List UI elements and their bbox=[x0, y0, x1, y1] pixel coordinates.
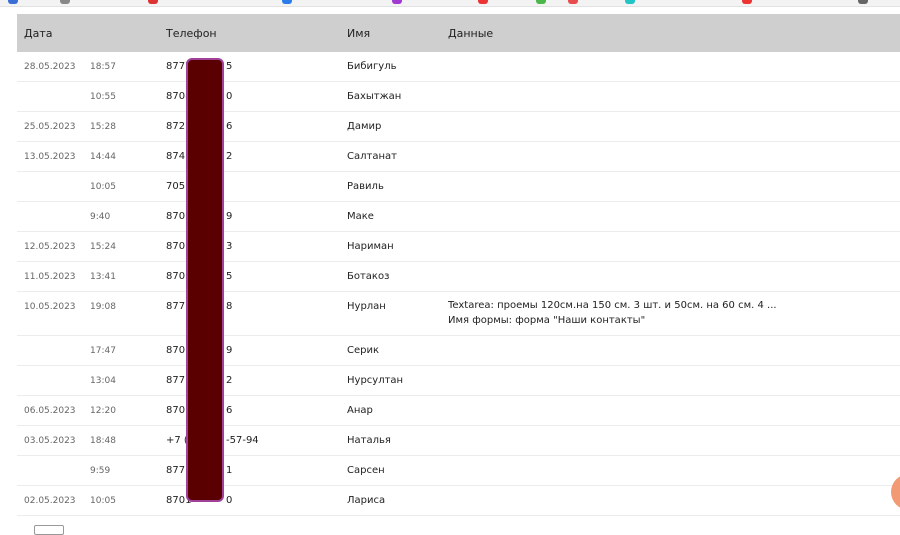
row-time: 17:47 bbox=[90, 346, 116, 356]
row-time: 10:05 bbox=[90, 496, 116, 506]
row-date: 06.05.2023 bbox=[24, 406, 76, 416]
table-row[interactable]: 10:55 8708 0 Бахытжан bbox=[17, 82, 900, 112]
row-phone-end: 2 bbox=[226, 375, 233, 386]
header-date: Дата bbox=[24, 27, 53, 40]
table-row[interactable]: 25.05.2023 15:28 8727 6 Дамир bbox=[17, 112, 900, 142]
row-time: 10:55 bbox=[90, 92, 116, 102]
row-date: 28.05.2023 bbox=[24, 62, 76, 72]
table-row[interactable]: 02.05.2023 10:05 8701 0 Лариса bbox=[17, 486, 900, 516]
table-row[interactable]: 28.05.2023 18:57 8775 5 Бибигуль bbox=[17, 52, 900, 82]
row-data: Textarea: проемы 120см.на 150 см. 3 шт. … bbox=[448, 298, 777, 328]
row-data-line: Textarea: проемы 120см.на 150 см. 3 шт. … bbox=[448, 300, 777, 311]
row-time: 19:08 bbox=[90, 302, 116, 312]
row-date: 12.05.2023 bbox=[24, 242, 76, 252]
header-name: Имя bbox=[347, 27, 371, 40]
row-name: Ботакоз bbox=[347, 271, 390, 282]
row-time: 18:57 bbox=[90, 62, 116, 72]
table-row[interactable]: 06.05.2023 12:20 8707 6 Анар bbox=[17, 396, 900, 426]
header-data: Данные bbox=[448, 27, 494, 40]
row-phone-end: 5 bbox=[226, 271, 233, 282]
row-date: 11.05.2023 bbox=[24, 272, 76, 282]
row-name: Наталья bbox=[347, 435, 391, 446]
row-name: Лариса bbox=[347, 495, 386, 506]
bookmark-favicon-icon[interactable] bbox=[568, 0, 578, 4]
table-row[interactable]: 9:59 8771 1 Сарсен bbox=[17, 456, 900, 486]
bookmarks-bar bbox=[0, 0, 900, 7]
bookmark-favicon-icon[interactable] bbox=[742, 0, 752, 4]
row-name: Салтанат bbox=[347, 151, 397, 162]
row-phone-end: 3 bbox=[226, 241, 233, 252]
row-name: Бахытжан bbox=[347, 91, 402, 102]
table-row[interactable]: 12.05.2023 15:24 8707 3 Нариман bbox=[17, 232, 900, 262]
row-date: 03.05.2023 bbox=[24, 436, 76, 446]
table-row[interactable]: 10:05 7051 Равиль bbox=[17, 172, 900, 202]
leads-table: Дата Телефон Имя Данные 28.05.2023 18:57 8… bbox=[17, 14, 900, 516]
row-name: Нурсултан bbox=[347, 375, 404, 386]
row-time: 14:44 bbox=[90, 152, 116, 162]
table-header: Дата Телефон Имя Данные bbox=[17, 14, 900, 52]
row-phone-end: 6 bbox=[226, 121, 233, 132]
table-row[interactable]: 03.05.2023 18:48 +7 (7 -57-94 Наталья bbox=[17, 426, 900, 456]
row-date: 13.05.2023 bbox=[24, 152, 76, 162]
row-data-line: Имя формы: форма "Наши контакты" bbox=[448, 315, 646, 326]
row-time: 9:59 bbox=[90, 466, 111, 476]
table-row[interactable]: 13.05.2023 14:44 8747 2 Салтанат bbox=[17, 142, 900, 172]
table-row[interactable]: 9:40 8707 9 Маке bbox=[17, 202, 900, 232]
row-time: 18:48 bbox=[90, 436, 116, 446]
table-row[interactable]: 13:04 8771 2 Нурсултан bbox=[17, 366, 900, 396]
row-phone-end: 1 bbox=[226, 465, 233, 476]
row-name: Маке bbox=[347, 211, 374, 222]
table-row[interactable]: 17:47 8701 9 Серик bbox=[17, 336, 900, 366]
row-name: Нариман bbox=[347, 241, 394, 252]
row-time: 15:28 bbox=[90, 122, 116, 132]
row-date: 10.05.2023 bbox=[24, 302, 76, 312]
bookmark-favicon-icon[interactable] bbox=[478, 0, 488, 4]
row-name: Дамир bbox=[347, 121, 382, 132]
bookmark-favicon-icon[interactable] bbox=[536, 0, 546, 4]
row-date: 02.05.2023 bbox=[24, 496, 76, 506]
row-phone-end: 5 bbox=[226, 61, 233, 72]
row-name: Равиль bbox=[347, 181, 384, 192]
row-name: Нурлан bbox=[347, 301, 386, 312]
bookmark-favicon-icon[interactable] bbox=[625, 0, 635, 4]
table-row[interactable]: 10.05.2023 19:08 8777 8 Нурлан Textarea: прое… bbox=[17, 292, 900, 336]
bookmark-favicon-icon[interactable] bbox=[60, 0, 70, 4]
bookmark-favicon-icon[interactable] bbox=[858, 0, 868, 4]
row-date: 25.05.2023 bbox=[24, 122, 76, 132]
bookmark-favicon-icon[interactable] bbox=[8, 0, 18, 4]
row-phone-end: 6 bbox=[226, 405, 233, 416]
row-phone-end: 2 bbox=[226, 151, 233, 162]
row-time: 10:05 bbox=[90, 182, 116, 192]
row-name: Бибигуль bbox=[347, 61, 397, 72]
row-time: 12:20 bbox=[90, 406, 116, 416]
row-name: Сарсен bbox=[347, 465, 385, 476]
row-phone-end: 0 bbox=[226, 91, 233, 102]
row-phone-end: 0 bbox=[226, 495, 233, 506]
row-phone-end: 9 bbox=[226, 211, 233, 222]
row-time: 9:40 bbox=[90, 212, 111, 222]
row-phone-end: -57-94 bbox=[226, 435, 259, 446]
pagination-control[interactable] bbox=[34, 525, 64, 535]
row-phone-end: 8 bbox=[226, 301, 233, 312]
header-phone: Телефон bbox=[166, 27, 217, 40]
table-row[interactable]: 11.05.2023 13:41 8705 5 Ботакоз bbox=[17, 262, 900, 292]
table-body: 28.05.2023 18:57 8775 5 Бибигуль 10:55 8708 0 Ба… bbox=[17, 52, 900, 516]
bookmark-favicon-icon[interactable] bbox=[392, 0, 402, 4]
row-name: Серик bbox=[347, 345, 380, 356]
row-phone-end: 9 bbox=[226, 345, 233, 356]
row-time: 13:04 bbox=[90, 376, 116, 386]
bookmark-favicon-icon[interactable] bbox=[148, 0, 158, 4]
row-time: 15:24 bbox=[90, 242, 116, 252]
phone-redaction-overlay bbox=[186, 58, 224, 502]
row-time: 13:41 bbox=[90, 272, 116, 282]
row-name: Анар bbox=[347, 405, 373, 416]
bookmark-favicon-icon[interactable] bbox=[282, 0, 292, 4]
